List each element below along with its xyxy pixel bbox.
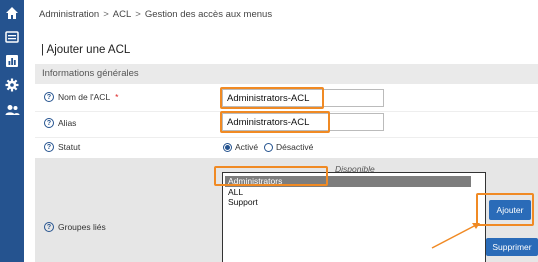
alias-label: ? Alias <box>44 118 76 128</box>
status-label-text: Statut <box>58 142 81 152</box>
radio-checked-icon <box>223 142 232 152</box>
acl-name-label-text: Nom de l'ACL <box>58 92 111 102</box>
radio-unchecked-icon <box>264 142 273 152</box>
sidebar <box>0 0 24 262</box>
list-item[interactable]: Administrators <box>225 176 471 187</box>
breadcrumb: Administration > ACL > Gestion des accès aux… <box>39 9 272 20</box>
list-item[interactable]: Support <box>223 197 485 208</box>
breadcrumb-item-current: Gestion des accès aux menus <box>144 9 273 20</box>
breadcrumb-separator: > <box>103 9 109 20</box>
help-icon[interactable]: ? <box>44 92 54 102</box>
chart-icon[interactable] <box>4 53 20 69</box>
breadcrumb-item-administration[interactable]: Administration <box>39 9 99 20</box>
add-button[interactable]: Ajouter <box>489 200 531 220</box>
page-title: | Ajouter une ACL <box>41 44 131 56</box>
status-active-label: Activé <box>235 142 259 152</box>
breadcrumb-item-acl[interactable]: ACL <box>113 9 131 20</box>
annotation-arrow <box>431 223 480 249</box>
status-disabled-label: Désactivé <box>276 142 314 152</box>
gear-icon[interactable] <box>4 77 20 93</box>
groups-label-text: Groupes liés <box>58 222 106 232</box>
remove-button[interactable]: Supprimer <box>486 238 538 256</box>
acl-name-label: ? Nom de l'ACL * <box>44 92 118 102</box>
home-icon[interactable] <box>4 5 20 21</box>
help-icon[interactable]: ? <box>44 222 54 232</box>
section-header: Informations générales <box>35 64 538 84</box>
status-label: ? Statut <box>44 142 80 152</box>
alias-label-text: Alias <box>58 118 77 128</box>
list-icon[interactable] <box>4 29 20 45</box>
acl-name-input[interactable] <box>222 89 384 107</box>
list-item[interactable]: ALL <box>223 187 485 198</box>
help-icon[interactable]: ? <box>44 142 54 152</box>
required-mark: * <box>115 92 119 102</box>
status-active-radio[interactable]: Activé <box>223 142 258 152</box>
breadcrumb-separator: > <box>135 9 141 20</box>
status-disabled-radio[interactable]: Désactivé <box>264 142 313 152</box>
alias-input[interactable] <box>222 113 384 131</box>
help-icon[interactable]: ? <box>44 118 54 128</box>
groups-label: ? Groupes liés <box>44 222 106 232</box>
users-icon[interactable] <box>4 102 20 118</box>
